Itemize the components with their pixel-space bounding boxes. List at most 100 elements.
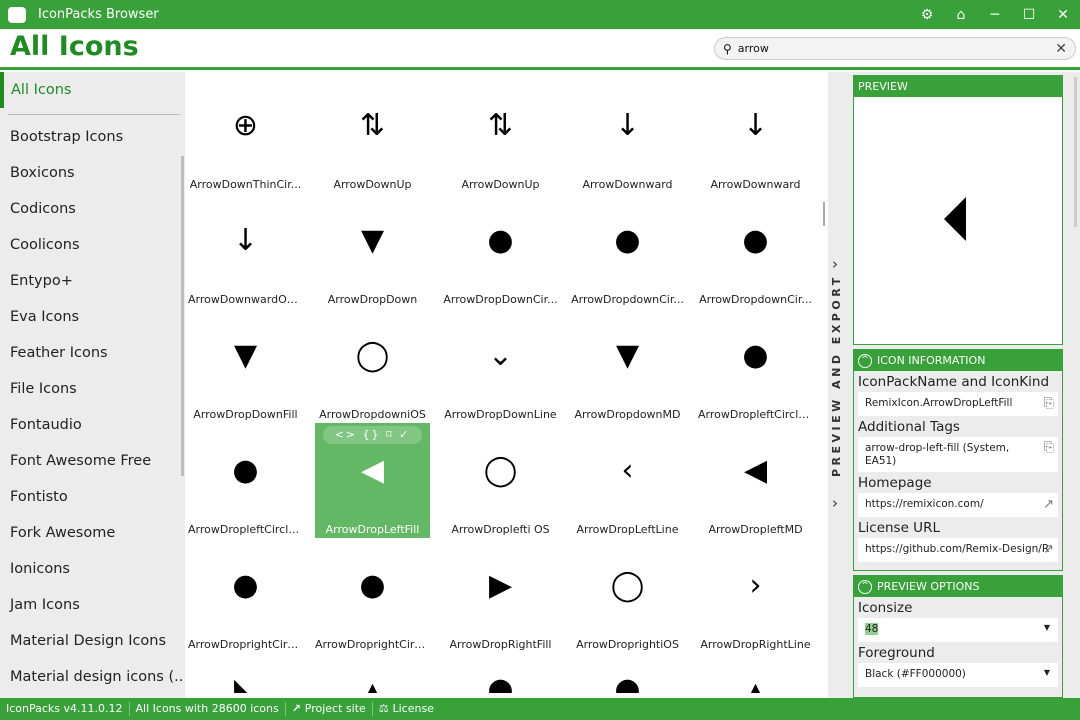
sidebar-item[interactable]: Material Design Icons: [0, 623, 185, 659]
sidebar-item[interactable]: Fork Awesome: [0, 515, 185, 551]
close-button[interactable]: ✕: [1046, 7, 1080, 23]
iconsize-combobox[interactable]: 48 ▼: [858, 618, 1058, 642]
tags-field[interactable]: arrow-drop-left-fill (System, EA51) ⎘: [858, 437, 1058, 472]
icon-tile[interactable]: ▼ ArrowDropDownFill: [188, 308, 303, 423]
icon-tile[interactable]: ●: [443, 653, 558, 694]
icon-tile[interactable]: ◣: [188, 653, 303, 694]
icon-tile[interactable]: ▼ ArrowDropdownMD: [570, 308, 685, 423]
sidebar-item[interactable]: Font Awesome Free: [0, 443, 185, 479]
sidebar-item[interactable]: Entypo+: [0, 263, 185, 299]
icon-tile[interactable]: › ArrowDropRightLine: [698, 538, 813, 653]
license-link[interactable]: ⚖ License: [373, 702, 440, 716]
icon-label: ArrowDropLeftFill: [325, 523, 420, 536]
sidebar-item[interactable]: File Icons: [0, 371, 185, 407]
icon-tile[interactable]: ●: [570, 653, 685, 694]
arrow-icon: ⌄: [487, 338, 514, 373]
chevron-right-icon[interactable]: ›: [832, 494, 838, 512]
sidebar-item[interactable]: Boxicons: [0, 155, 185, 191]
icon-label: ArrowDropdownMD: [574, 408, 681, 421]
sidebar-item[interactable]: Fontaudio: [0, 407, 185, 443]
chevron-right-icon[interactable]: ›: [832, 255, 838, 273]
icon-label: ArrowDropdownCir...: [571, 293, 684, 306]
panel-scrollbar[interactable]: [1074, 77, 1077, 227]
copy-icon[interactable]: ⎘: [1044, 396, 1054, 411]
collapse-icon[interactable]: ^: [858, 579, 872, 594]
icon-label: ArrowDropleftCircle...: [698, 408, 813, 421]
sidebar-item-all-icons[interactable]: All Icons: [0, 72, 185, 108]
external-link-icon: ↗: [291, 702, 305, 715]
icon-tile[interactable]: ◯ ArrowDroprightiOS: [570, 538, 685, 653]
icon-tile[interactable]: ‹ ArrowDropLeftLine: [570, 423, 685, 538]
icon-tile[interactable]: ▴: [315, 653, 430, 694]
search-value[interactable]: arrow: [738, 42, 1055, 55]
icon-tile[interactable]: ● ArrowDropdownCir...: [698, 193, 813, 308]
icon-label: ArrowDownUp: [461, 178, 540, 191]
sidebar-item[interactable]: Feather Icons: [0, 335, 185, 371]
open-link-icon[interactable]: ↗: [1043, 542, 1054, 557]
icon-tile[interactable]: ↓ ArrowDownward: [570, 78, 685, 193]
icon-tile[interactable]: ↓ ArrowDownwardOu...: [188, 193, 303, 308]
icon-information-header[interactable]: ^ ICON INFORMATION: [854, 350, 1062, 371]
icon-tile[interactable]: ● ArrowDropleftCircle...: [188, 423, 303, 538]
arrow-icon: ●: [487, 672, 514, 694]
icon-tile[interactable]: ◯ ArrowDroplefti OS: [443, 423, 558, 538]
preview-options-header[interactable]: ^ PREVIEW OPTIONS: [854, 576, 1062, 597]
dropdown-arrow-icon: ▼: [1043, 668, 1050, 677]
sidebar-item[interactable]: Coolicons: [0, 227, 185, 263]
icon-tile[interactable]: ⇅ ArrowDownUp: [315, 78, 430, 193]
icon-tile[interactable]: ◯ ArrowDropdowniOS: [315, 308, 430, 423]
icon-tile[interactable]: ⇅ ArrowDownUp: [443, 78, 558, 193]
preview-export-toggle[interactable]: › PREVIEW AND EXPORT ›: [828, 72, 850, 698]
arrow-icon: ↓: [742, 108, 769, 143]
sidebar-item[interactable]: Fontisto: [0, 479, 185, 515]
iconkind-value: RemixIcon.ArrowDropLeftFill: [865, 397, 1013, 409]
settings-icon[interactable]: ⚙: [910, 7, 944, 23]
clear-search-icon[interactable]: ✕: [1055, 41, 1067, 57]
icon-tile[interactable]: ● ArrowDropleftCircle...: [698, 308, 813, 423]
sidebar-item[interactable]: Bootstrap Icons: [0, 119, 185, 155]
sidebar-item[interactable]: Material design icons (...: [0, 659, 185, 695]
sidebar-item[interactable]: Eva Icons: [0, 299, 185, 335]
icon-tile[interactable]: ● ArrowDroprightCirc...: [315, 538, 430, 653]
foreground-value: Black (#FF000000): [865, 668, 966, 680]
license-field[interactable]: https://github.com/Remix-Design/R ↗: [858, 538, 1058, 562]
sidebar-scrollbar[interactable]: [181, 156, 184, 476]
icon-label: ArrowDropdownCir...: [699, 293, 812, 306]
icon-tile[interactable]: ◀ ArrowDropleftMD: [698, 423, 813, 538]
open-link-icon[interactable]: ↗: [1043, 497, 1054, 512]
icon-tile[interactable]: ↓ ArrowDownward: [698, 78, 813, 193]
project-site-label: Project site: [304, 702, 366, 715]
copy-icon[interactable]: ⎘: [1044, 441, 1054, 454]
icon-tile[interactable]: ● ArrowDropdownCir...: [570, 193, 685, 308]
arrow-icon: ●: [614, 223, 641, 258]
sidebar-item[interactable]: Ionicons: [0, 551, 185, 587]
icon-tile[interactable]: ⊕ ArrowDownThinCir...: [188, 78, 303, 193]
arrow-icon: ›: [749, 568, 762, 603]
icon-tile[interactable]: ▶ ArrowDropRightFill: [443, 538, 558, 653]
collapse-icon[interactable]: ^: [858, 353, 872, 368]
maximize-button[interactable]: ☐: [1012, 7, 1046, 23]
icon-tile[interactable]: ● ArrowDroprightCirc...: [188, 538, 303, 653]
arrow-icon: ⇅: [487, 108, 514, 143]
icon-tile[interactable]: <> {} ⌑ ✓ ◀ ArrowDropLeftFill: [315, 423, 430, 538]
window-title: IconPacks Browser: [38, 7, 159, 22]
icon-tile[interactable]: ⌄ ArrowDropDownLine: [443, 308, 558, 423]
page-title: All Icons: [10, 31, 139, 62]
section-title: PREVIEW OPTIONS: [877, 580, 980, 593]
arrow-icon: ⊕: [232, 108, 259, 143]
icon-tile[interactable]: ▼ ArrowDropDown: [315, 193, 430, 308]
search-input[interactable]: ⚲ arrow ✕: [714, 37, 1076, 60]
icon-tile[interactable]: ▴: [698, 653, 813, 694]
minimize-button[interactable]: ─: [978, 7, 1012, 23]
project-site-link[interactable]: ↗ Project site: [286, 702, 373, 716]
icon-copy-toolbar[interactable]: <> {} ⌑ ✓: [323, 426, 422, 444]
sidebar-item[interactable]: Codicons: [0, 191, 185, 227]
icon-tile[interactable]: ● ArrowDropDownCir...: [443, 193, 558, 308]
grid-scrollbar[interactable]: [823, 202, 825, 226]
github-icon[interactable]: ⌂: [944, 7, 978, 23]
homepage-field[interactable]: https://remixicon.com/ ↗: [858, 493, 1058, 517]
iconkind-field[interactable]: RemixIcon.ArrowDropLeftFill ⎘: [858, 392, 1058, 416]
dropdown-arrow-icon: ▼: [1043, 623, 1050, 632]
sidebar-item[interactable]: Jam Icons: [0, 587, 185, 623]
foreground-combobox[interactable]: Black (#FF000000) ▼: [858, 663, 1058, 687]
